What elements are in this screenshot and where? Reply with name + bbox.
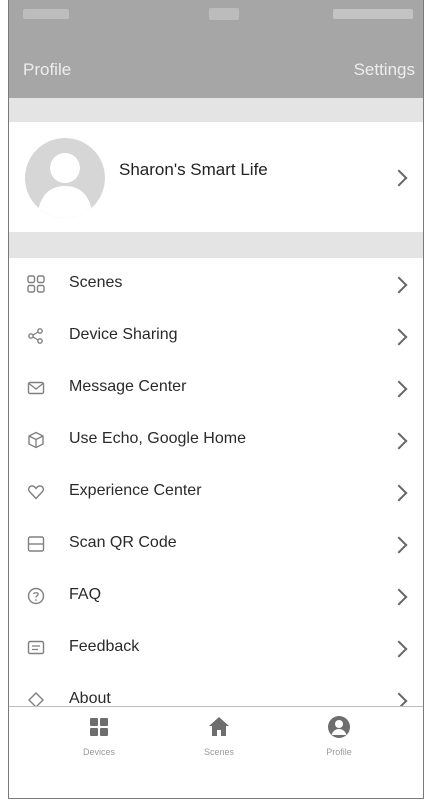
menu-item-device-sharing[interactable]: Device Sharing	[9, 310, 423, 362]
avatar	[25, 138, 105, 218]
carrier-indicator	[23, 9, 69, 19]
tab-devices[interactable]: Devices	[59, 707, 139, 763]
page-title: Profile	[23, 60, 72, 79]
menu-item-label: Device Sharing	[69, 326, 178, 343]
home-icon	[209, 717, 229, 736]
profile-name: Sharon's Smart Life	[119, 160, 268, 179]
menu-list: Scenes Device Sharing Message Center Use…	[9, 258, 423, 726]
tab-label: Scenes	[203, 747, 235, 757]
tab-profile[interactable]: Profile	[299, 707, 379, 763]
cube-icon	[28, 431, 44, 449]
chevron-right-icon	[390, 432, 408, 450]
person-icon	[328, 716, 350, 738]
share-icon	[28, 328, 43, 344]
menu-item-label: Message Center	[69, 378, 187, 395]
help-icon	[27, 587, 45, 605]
menu-item-label: Use Echo, Google Home	[69, 430, 246, 447]
menu-item-experience-center[interactable]: Experience Center	[9, 466, 423, 518]
menu-item-message-center[interactable]: Message Center	[9, 362, 423, 414]
menu-item-scan-qr-code[interactable]: Scan QR Code	[9, 518, 423, 570]
chevron-right-icon	[390, 380, 408, 398]
scan-icon	[27, 536, 45, 552]
menu-item-label: FAQ	[69, 586, 102, 603]
menu-item-label: Scan QR Code	[69, 534, 177, 551]
grid-icon	[90, 718, 108, 736]
app-frame: Profile Settings Sharon's Smart Life Sce…	[8, 0, 424, 799]
top-nav-bar: Profile Settings	[9, 30, 423, 98]
menu-item-label: Feedback	[69, 638, 140, 655]
chevron-right-icon	[390, 588, 408, 606]
status-bar	[9, 0, 423, 30]
menu-item-label: Experience Center	[69, 482, 202, 499]
menu-item-faq[interactable]: FAQ	[9, 570, 423, 622]
settings-button[interactable]: Settings	[354, 60, 415, 80]
chevron-right-icon	[390, 328, 408, 346]
section-divider	[9, 98, 423, 122]
battery-indicator	[333, 9, 413, 19]
tab-label: Devices	[82, 747, 115, 757]
profile-card[interactable]: Sharon's Smart Life	[9, 122, 423, 232]
chevron-right-icon	[390, 169, 408, 187]
menu-item-feedback[interactable]: Feedback	[9, 622, 423, 674]
person-silhouette-icon	[37, 153, 93, 218]
chevron-right-icon	[390, 276, 408, 294]
menu-item-scenes[interactable]: Scenes	[9, 258, 423, 310]
chevron-right-icon	[390, 484, 408, 502]
scenes-icon	[27, 275, 45, 293]
section-divider	[9, 232, 423, 258]
status-time	[209, 8, 239, 20]
chevron-right-icon	[390, 640, 408, 658]
menu-item-label: Scenes	[69, 274, 123, 291]
heart-icon	[28, 485, 44, 500]
tab-scenes[interactable]: Scenes	[179, 707, 259, 763]
chevron-right-icon	[390, 536, 408, 554]
menu-item-use-echo-google-home[interactable]: Use Echo, Google Home	[9, 414, 423, 466]
bottom-tab-bar: Devices Scenes Profile	[9, 706, 423, 763]
tab-label: Profile	[326, 747, 352, 757]
mail-icon	[27, 381, 45, 395]
feedback-icon	[27, 640, 45, 655]
